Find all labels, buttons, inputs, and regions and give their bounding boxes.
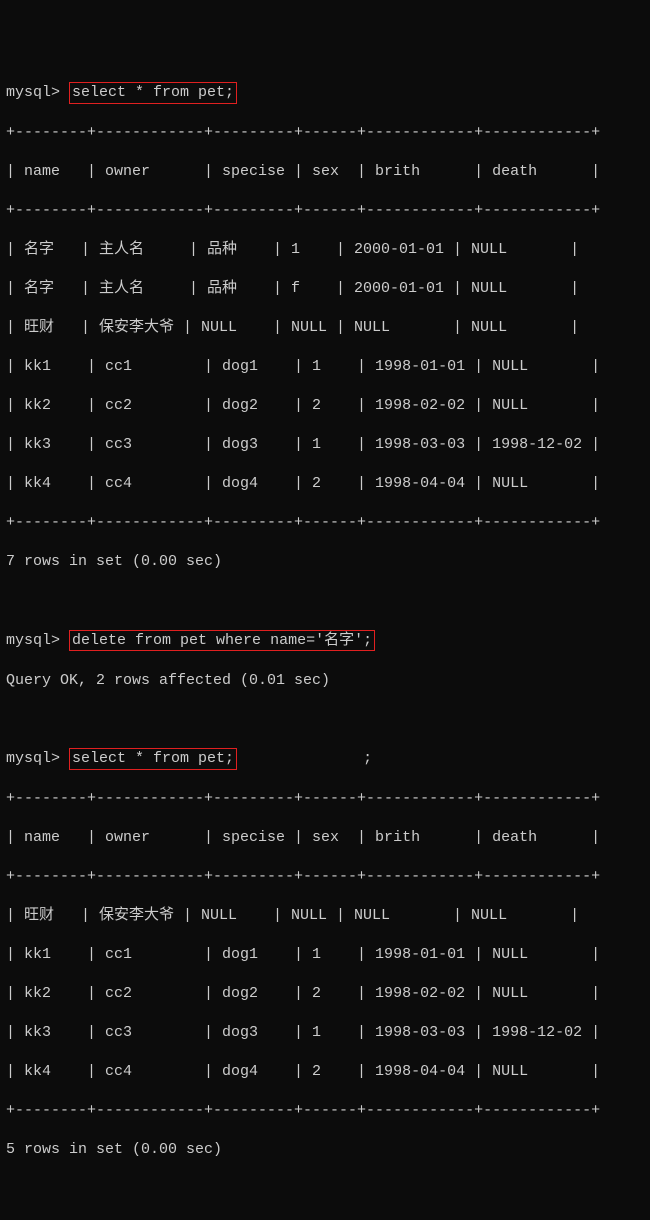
table2-row: | 旺财 | 保安李大爷 | NULL | NULL | NULL | NULL… xyxy=(6,906,644,926)
table1-border-bot: +--------+------------+---------+------+… xyxy=(6,513,644,533)
table1-row: | kk1 | cc1 | dog1 | 1 | 1998-01-01 | NU… xyxy=(6,357,644,377)
table1-header: | name | owner | specise | sex | brith |… xyxy=(6,162,644,182)
sql-delete: delete from pet where name='名字'; xyxy=(69,630,375,652)
table1-row: | 名字 | 主人名 | 品种 | 1 | 2000-01-01 | NULL … xyxy=(6,240,644,260)
trailing-text: ; xyxy=(237,750,372,767)
table1-row: | kk4 | cc4 | dog4 | 2 | 1998-04-04 | NU… xyxy=(6,474,644,494)
table2-header: | name | owner | specise | sex | brith |… xyxy=(6,828,644,848)
table2-border-mid: +--------+------------+---------+------+… xyxy=(6,867,644,887)
delete-result: Query OK, 2 rows affected (0.01 sec) xyxy=(6,671,644,691)
mysql-prompt: mysql> xyxy=(6,84,60,101)
sql-select-1: select * from pet; xyxy=(69,82,237,104)
table1-row: | 名字 | 主人名 | 品种 | f | 2000-01-01 | NULL … xyxy=(6,279,644,299)
mysql-prompt: mysql> xyxy=(6,632,60,649)
table2-row: | kk1 | cc1 | dog1 | 1 | 1998-01-01 | NU… xyxy=(6,945,644,965)
table2-border-top: +--------+------------+---------+------+… xyxy=(6,789,644,809)
table2-summary: 5 rows in set (0.00 sec) xyxy=(6,1140,644,1160)
mysql-prompt: mysql> xyxy=(6,1219,60,1220)
table2-border-bot: +--------+------------+---------+------+… xyxy=(6,1101,644,1121)
sql-select-2: select * from pet; xyxy=(69,748,237,770)
table1-border-mid: +--------+------------+---------+------+… xyxy=(6,201,644,221)
table1-summary: 7 rows in set (0.00 sec) xyxy=(6,552,644,572)
table2-row: | kk3 | cc3 | dog3 | 1 | 1998-03-03 | 19… xyxy=(6,1023,644,1043)
mysql-prompt: mysql> xyxy=(6,750,60,767)
table1-row: | kk3 | cc3 | dog3 | 1 | 1998-03-03 | 19… xyxy=(6,435,644,455)
table1-border-top: +--------+------------+---------+------+… xyxy=(6,123,644,143)
table2-row: | kk4 | cc4 | dog4 | 2 | 1998-04-04 | NU… xyxy=(6,1062,644,1082)
table2-row: | kk2 | cc2 | dog2 | 2 | 1998-02-02 | NU… xyxy=(6,984,644,1004)
table1-row: | 旺财 | 保安李大爷 | NULL | NULL | NULL | NULL… xyxy=(6,318,644,338)
table1-row: | kk2 | cc2 | dog2 | 2 | 1998-02-02 | NU… xyxy=(6,396,644,416)
